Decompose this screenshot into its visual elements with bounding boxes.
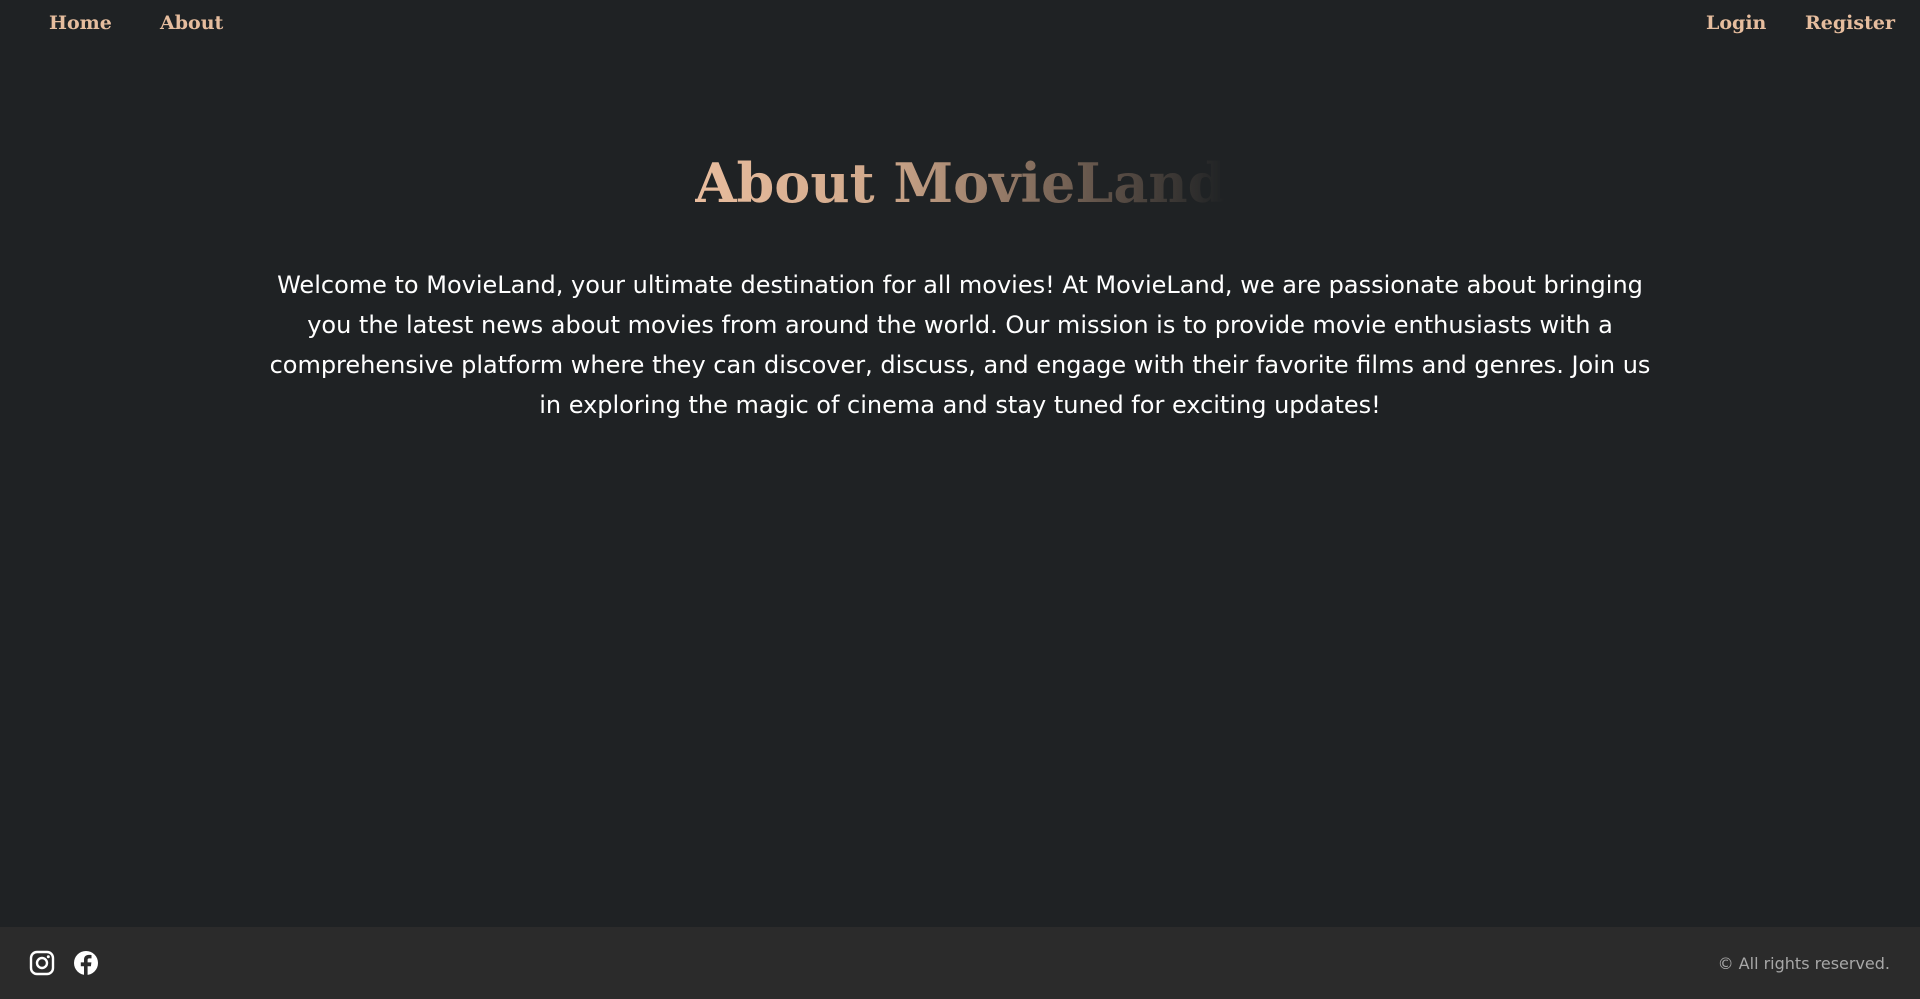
nav-home-link[interactable]: Home bbox=[49, 12, 112, 34]
nav-register-link[interactable]: Register bbox=[1805, 12, 1895, 34]
nav-login-link[interactable]: Login bbox=[1706, 12, 1766, 34]
copyright-text: © All rights reserved. bbox=[1717, 954, 1890, 973]
page-title-text: About MovieLand bbox=[694, 151, 1226, 215]
about-description: Welcome to MovieLand, your ultimate dest… bbox=[269, 271, 1651, 419]
facebook-icon[interactable] bbox=[72, 949, 100, 977]
footer: © All rights reserved. bbox=[0, 927, 1920, 999]
nav-about-link[interactable]: About bbox=[160, 12, 223, 34]
top-navigation: Home About Login Register bbox=[0, 0, 1920, 50]
instagram-icon[interactable] bbox=[28, 949, 56, 977]
page-title: About MovieLand bbox=[0, 148, 1920, 218]
